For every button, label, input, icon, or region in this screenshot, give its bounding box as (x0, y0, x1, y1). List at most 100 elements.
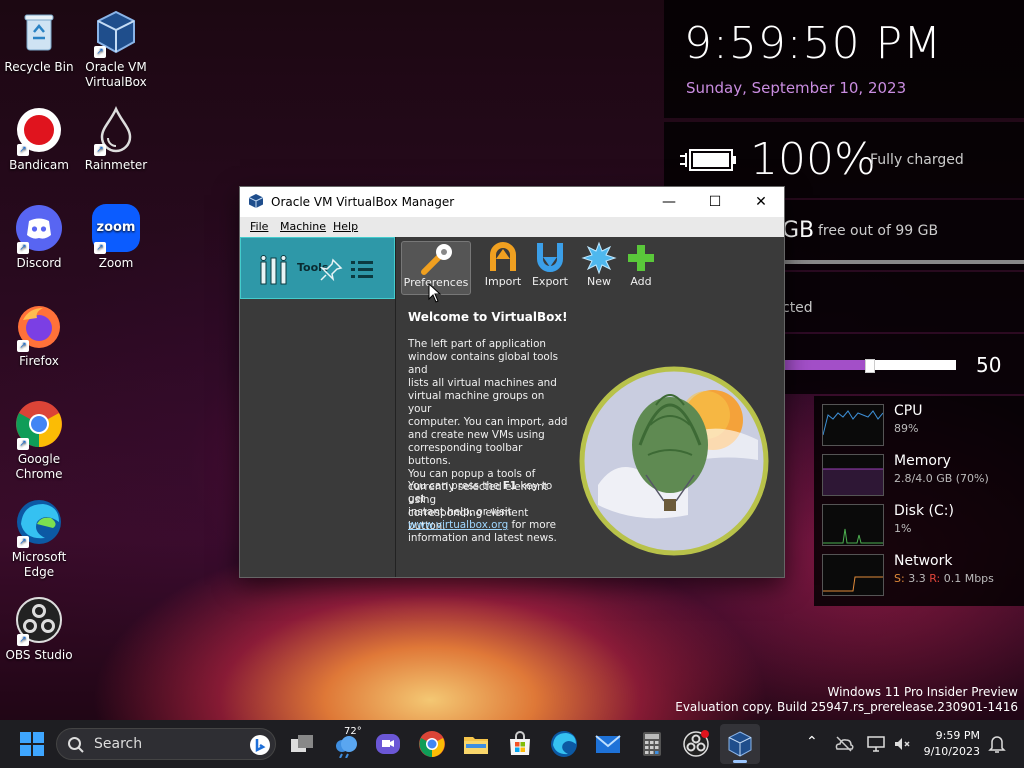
desktop-icon-bandicam[interactable]: ↗ Bandicam (0, 106, 78, 173)
start-button[interactable] (18, 730, 46, 758)
windows-watermark: Windows 11 Pro Insider Preview Evaluatio… (675, 685, 1018, 715)
minimize-button[interactable]: — (646, 187, 692, 217)
discord-icon: ↗ (15, 204, 63, 254)
taskbar-clock[interactable]: 9:59 PM 9/10/2023 (924, 728, 980, 760)
menu-bar: File Machine Help (240, 217, 784, 237)
obs-icon[interactable] (682, 730, 710, 758)
maximize-button[interactable]: ☐ (692, 187, 738, 217)
file-explorer-icon[interactable] (462, 730, 490, 758)
list-menu-icon[interactable] (349, 257, 375, 283)
memory-value: 2.8/4.0 GB (70%) (894, 472, 989, 485)
volume-track[interactable] (782, 359, 956, 373)
shortcut-arrow-icon: ↗ (17, 438, 29, 450)
desktop-icon-firefox[interactable]: ↗ Firefox (0, 302, 78, 369)
mouse-cursor-icon (428, 283, 442, 303)
export-button[interactable]: Export (529, 241, 571, 293)
menu-machine[interactable]: Machine (280, 220, 326, 233)
active-indicator (733, 760, 747, 763)
icon-label: Firefox (19, 354, 59, 368)
network-row: Network S: 3.3 R: 0.1 Mbps (822, 550, 1022, 596)
shortcut-arrow-icon: ↗ (94, 242, 106, 254)
desktop-icon-obs[interactable]: ↗ OBS Studio (0, 596, 78, 663)
microsoft-store-icon[interactable] (506, 730, 534, 758)
import-button[interactable]: Import (482, 241, 524, 293)
onedrive-icon[interactable] (834, 734, 854, 754)
para-line: instant help, or visit (408, 506, 512, 518)
obs-icon: ↗ (15, 596, 63, 646)
weather-temp: 72° (344, 726, 362, 737)
bing-icon[interactable] (249, 734, 271, 756)
net-recv-label: R: (929, 572, 941, 585)
desktop-icon-discord[interactable]: ↗ Discord (0, 204, 78, 271)
volume-knob[interactable] (865, 359, 875, 373)
cpu-graph (822, 404, 884, 446)
network-icon[interactable] (866, 734, 886, 754)
notification-bell-icon[interactable] (988, 734, 1006, 754)
new-button[interactable]: New (578, 241, 620, 293)
teams-meet-icon[interactable] (374, 730, 402, 758)
disk-free-text: free out of 99 GB (818, 223, 939, 239)
virtualbox-icon: ↗ (92, 8, 140, 58)
shortcut-arrow-icon: ↗ (94, 46, 106, 58)
recycle-bin-icon (15, 8, 63, 56)
desktop-icon-edge[interactable]: ↗ Microsoft Edge (0, 498, 78, 580)
desktop-icon-recycle-bin[interactable]: Recycle Bin (0, 8, 78, 75)
tools-item[interactable]: Tools (240, 237, 395, 299)
virtualbox-link[interactable]: www.virtualbox.org (408, 519, 508, 531)
virtualbox-icon (728, 731, 752, 757)
desktop-icon-rainmeter[interactable]: ↗ Rainmeter (77, 106, 155, 173)
import-label: Import (484, 275, 522, 288)
clock-time: 9:59:50 PM (684, 18, 943, 69)
add-icon (623, 241, 659, 275)
menu-file[interactable]: File (250, 220, 268, 233)
close-button[interactable]: ✕ (738, 187, 784, 217)
chrome-icon: ↗ (15, 400, 63, 450)
virtualbox-taskbar-button[interactable] (720, 724, 760, 764)
net-recv-value: 0.1 Mbps (943, 572, 994, 585)
menu-help[interactable]: Help (333, 220, 358, 233)
desktop-icon-chrome[interactable]: ↗ Google Chrome (0, 400, 78, 482)
para-line: corresponding toolbar buttons. (408, 442, 523, 467)
task-view-icon[interactable] (288, 730, 316, 758)
calculator-icon[interactable] (638, 730, 666, 758)
icon-label: Zoom (98, 256, 134, 270)
icon-label: Microsoft (11, 550, 67, 564)
network-graph (822, 554, 884, 596)
chrome-icon[interactable] (418, 730, 446, 758)
window-title: Oracle VM VirtualBox Manager (271, 195, 455, 209)
watermark-line: Evaluation copy. Build 25947.rs_prerelea… (675, 700, 1018, 714)
welcome-paragraph-2: You can press the F1 key to get instant … (408, 480, 568, 545)
virtualbox-manager-window[interactable]: Oracle VM VirtualBox Manager — ☐ ✕ File … (240, 187, 784, 577)
new-icon (581, 241, 617, 275)
memory-graph (822, 454, 884, 496)
welcome-balloon-image (579, 366, 769, 556)
disk-value: 1% (894, 522, 912, 535)
volume-muted-icon[interactable] (892, 734, 912, 754)
chevron-up-icon[interactable]: ⌃ (806, 734, 818, 750)
cpu-row: CPU 89% (822, 400, 1022, 446)
disk-unit: GB (782, 218, 815, 243)
widgets-button[interactable]: 72° (330, 726, 366, 762)
search-placeholder: Search (94, 736, 143, 752)
zoom-icon: zoom ↗ (92, 204, 140, 254)
pin-icon[interactable] (319, 258, 343, 282)
network-label: Network (894, 553, 953, 569)
desktop-icon-virtualbox[interactable]: ↗ Oracle VM VirtualBox (77, 8, 155, 90)
search-box[interactable]: Search (56, 728, 276, 760)
edge-icon[interactable] (550, 730, 578, 758)
tools-icon (260, 255, 287, 285)
rainmeter-clock-widget: 9:59:50 PM Sunday, September 10, 2023 (664, 0, 1024, 118)
machine-list-pane[interactable]: Tools (240, 237, 396, 577)
tool-pane: Preferences Import Export New Add Welcom… (396, 237, 784, 577)
icon-label: Oracle VM (85, 60, 147, 74)
title-bar[interactable]: Oracle VM VirtualBox Manager — ☐ ✕ (240, 187, 784, 217)
para-text: for more (508, 519, 557, 531)
para-line: window contains global tools and (408, 351, 559, 376)
add-label: Add (630, 275, 652, 288)
shortcut-arrow-icon: ↗ (17, 536, 29, 548)
add-button[interactable]: Add (620, 241, 662, 293)
icon-label: Chrome (15, 467, 63, 481)
mail-icon[interactable] (594, 730, 622, 758)
clock-date: Sunday, September 10, 2023 (686, 79, 907, 97)
desktop-icon-zoom[interactable]: zoom ↗ Zoom (77, 204, 155, 271)
